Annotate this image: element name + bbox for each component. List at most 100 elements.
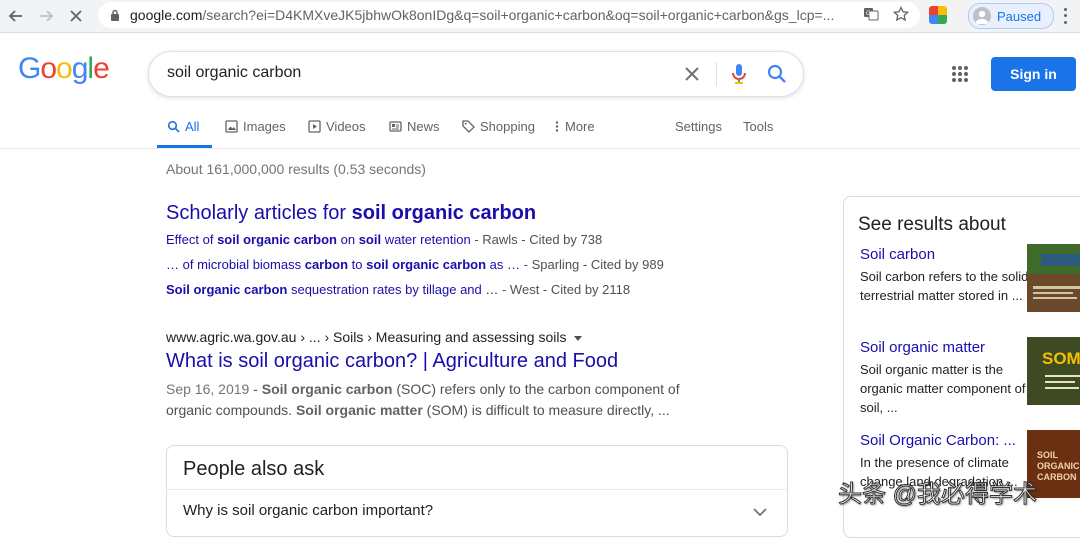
menu-icon[interactable] [1058, 6, 1072, 26]
scholarly-bold: carbon [304, 257, 349, 272]
tab-label: More [565, 119, 595, 134]
soil-carbon-thumbnail[interactable] [1027, 244, 1080, 312]
watermark: 头条 @我必得学术 [837, 481, 1038, 509]
url-path: /search?ei=D4KMXveJK5jbhwOk8onIDg&q=soil… [202, 7, 835, 23]
sign-in-button[interactable]: Sign in [991, 57, 1076, 91]
result-date: Sep 16, 2019 [166, 381, 250, 397]
scholarly-heading-prefix: Scholarly articles for [166, 202, 352, 224]
microphone-icon[interactable] [729, 62, 749, 86]
result-snippet: Sep 16, 2019 - Soil organic carbon (SOC)… [166, 379, 706, 421]
avatar-icon [973, 7, 991, 25]
scholarly-bold: soil organic carbon [217, 232, 337, 247]
address-url[interactable]: google.com/search?ei=D4KMXveJK5jbhwOk8on… [130, 7, 845, 23]
panel-item-title[interactable]: Soil Organic Carbon: ... [860, 431, 1030, 451]
svg-text:G: G [866, 10, 871, 17]
paa-divider [167, 489, 787, 490]
search-input[interactable]: soil organic carbon [167, 64, 301, 82]
scholarly-text: … of microbial biomass [166, 257, 305, 272]
more-vert-icon [554, 120, 560, 134]
search-divider [716, 62, 717, 86]
search-box[interactable]: soil organic carbon [148, 51, 804, 97]
tab-images[interactable]: Images [224, 119, 286, 134]
scholarly-article-link[interactable]: Effect of soil organic carbon on soil wa… [166, 232, 471, 247]
tab-label: News [407, 119, 440, 134]
tab-more[interactable]: More [554, 119, 595, 134]
image-icon [224, 120, 238, 134]
apps-grid-icon[interactable] [952, 66, 968, 82]
scholarly-text: water retention [381, 232, 471, 247]
news-icon [388, 120, 402, 134]
search-icon[interactable] [766, 63, 788, 85]
scholarly-text: as … [486, 257, 521, 272]
panel-item-desc: Soil organic matter is the organic matte… [860, 362, 1026, 415]
snippet-dash: - [249, 381, 262, 397]
tab-label: All [185, 119, 200, 134]
paa-question[interactable]: Why is soil organic carbon important? [183, 502, 433, 519]
search-tabs: All Images Videos News Shopping More Set… [0, 110, 1080, 149]
panel-item[interactable]: Soil carbon Soil carbon refers to the so… [860, 245, 1030, 305]
scholarly-text: sequestration rates by tillage and … [287, 282, 499, 297]
scholarly-meta: - Sparling - Cited by 989 [520, 257, 664, 272]
panel-item[interactable]: Soil organic matter Soil organic matter … [860, 338, 1030, 417]
tab-news[interactable]: News [388, 119, 440, 134]
soil-organic-matter-thumbnail[interactable]: SOM [1027, 337, 1080, 405]
scholarly-meta: - Rawls - Cited by 738 [470, 232, 603, 247]
scholarly-text: to [348, 257, 367, 272]
browser-toolbar: google.com/search?ei=D4KMXveJK5jbhwOk8on… [0, 0, 1080, 33]
panel-item-title[interactable]: Soil carbon [860, 245, 1030, 265]
star-icon[interactable] [891, 4, 911, 24]
chevron-down-icon[interactable] [753, 504, 767, 517]
people-also-ask: People also ask Why is soil organic carb… [166, 445, 788, 537]
search-icon [166, 120, 180, 134]
thumbnail-text: SOIL ORGANIC CARBON [1037, 450, 1080, 482]
forward-icon[interactable] [34, 4, 58, 28]
stop-icon[interactable] [64, 4, 88, 28]
scholarly-article-link[interactable]: Soil organic carbon sequestration rates … [166, 282, 498, 297]
tab-label: Images [243, 119, 286, 134]
scholarly-bold: soil organic carbon [366, 257, 487, 272]
profile-status: Paused [997, 8, 1042, 24]
active-tab-indicator [157, 145, 212, 148]
scholarly-heading-link[interactable]: Scholarly articles for soil organic carb… [166, 202, 536, 225]
breadcrumb-text: www.agric.wa.gov.au › ... › Soils › Meas… [166, 329, 567, 345]
snippet-text: (SOM) is difficult to measure directly, … [422, 402, 670, 418]
tools-link[interactable]: Tools [743, 119, 773, 134]
result-title-link[interactable]: What is soil organic carbon? | Agricultu… [166, 350, 618, 373]
address-bar[interactable]: google.com/search?ei=D4KMXveJK5jbhwOk8on… [98, 2, 920, 28]
snippet-bold: Soil organic matter [295, 402, 423, 418]
result-breadcrumb[interactable]: www.agric.wa.gov.au › ... › Soils › Meas… [166, 329, 583, 345]
back-icon[interactable] [4, 4, 28, 28]
scholarly-article-link[interactable]: … of microbial biomass carbon to soil or… [166, 257, 520, 272]
profile-button[interactable]: Paused [968, 3, 1054, 29]
scholarly-bold: Soil organic carbon [166, 282, 288, 297]
tab-shopping[interactable]: Shopping [461, 119, 535, 134]
tab-all[interactable]: All [166, 119, 199, 134]
panel-heading: See results about [858, 214, 1006, 235]
extension-icon[interactable] [929, 6, 947, 24]
tab-videos[interactable]: Videos [307, 119, 366, 134]
scholarly-item: Soil organic carbon sequestration rates … [166, 282, 630, 297]
tab-label: Videos [326, 119, 366, 134]
scholarly-item: … of microbial biomass carbon to soil or… [166, 257, 664, 272]
video-icon [307, 120, 321, 134]
scholarly-bold: soil [358, 232, 382, 247]
tab-label: Shopping [480, 119, 535, 134]
panel-item-desc: Soil carbon refers to the solid terrestr… [860, 269, 1029, 303]
clear-icon[interactable] [681, 63, 703, 85]
scholarly-item: Effect of soil organic carbon on soil wa… [166, 232, 602, 247]
scholarly-text: Effect of [166, 232, 218, 247]
scholarly-meta: - West - Cited by 2118 [498, 282, 631, 297]
result-stats: About 161,000,000 results (0.53 seconds) [166, 161, 426, 177]
settings-link[interactable]: Settings [675, 119, 722, 134]
translate-icon[interactable]: G [861, 4, 881, 24]
lock-icon[interactable] [108, 8, 122, 22]
caret-down-icon[interactable] [574, 335, 583, 341]
paa-heading: People also ask [183, 458, 325, 480]
panel-item-title[interactable]: Soil organic matter [860, 338, 1030, 358]
scholarly-text: on [337, 232, 359, 247]
tag-icon [461, 120, 475, 134]
google-logo[interactable]: Google [18, 52, 110, 86]
url-host: google.com [130, 7, 203, 23]
snippet-bold: Soil organic carbon [261, 381, 393, 397]
scholarly-heading-query: soil organic carbon [351, 202, 537, 224]
